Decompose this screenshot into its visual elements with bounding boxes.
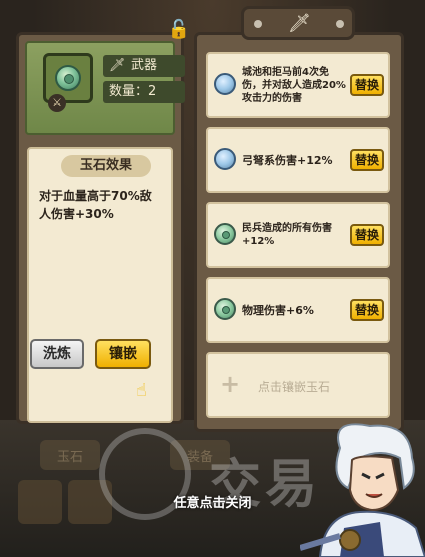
effect-title: 玉石效果 (61, 155, 151, 177)
jade-count-label: 数量：2 (103, 81, 185, 103)
replace-button[interactable]: 替换 (350, 149, 384, 171)
sword-icon: 🗡 (288, 13, 311, 34)
jade-slot: 物理伤害+6% 替换 (206, 277, 390, 343)
pointer-hand-icon: ☝ (136, 380, 147, 401)
jade-info-header: ⚔ 🗡 武器 数量：2 (25, 41, 185, 135)
wash-button[interactable]: 洗炼 (30, 339, 84, 369)
blue-jade-icon (214, 148, 236, 170)
sword-icon: 🗡 (109, 58, 126, 73)
header-rivet-icon (336, 20, 344, 28)
blue-jade-icon (214, 73, 236, 95)
replace-button[interactable]: 替换 (350, 299, 384, 321)
lock-icon[interactable]: 🔓 (167, 19, 191, 41)
slot-effect-text: 物理伤害+6% (242, 303, 314, 317)
empty-jade-slot[interactable]: + 点击镶嵌玉石 (206, 352, 390, 418)
green-jade-icon (214, 298, 236, 320)
empty-slot-hint: 点击镶嵌玉石 (258, 380, 331, 394)
jade-slot: 城池和拒马前4次免伤，并对敌人造成20%攻击力的伤害 替换 (206, 52, 390, 118)
jade-slot: 民兵造成的所有伤害+12% 替换 (206, 202, 390, 268)
replace-button[interactable]: 替换 (350, 74, 384, 96)
jade-slot: 弓弩系伤害+12% 替换 (206, 127, 390, 193)
slot-effect-text: 城池和拒马前4次免伤，并对敌人造成20%攻击力的伤害 (242, 66, 346, 104)
slots-panel-header: 🗡 (241, 6, 355, 40)
background-tab: 玉石 (40, 440, 100, 470)
slot-effect-text: 弓弩系伤害+12% (242, 153, 333, 167)
inlay-button[interactable]: 镶嵌 (95, 339, 151, 369)
effect-description: 对于血量高于70%敌人伤害+30% (39, 189, 152, 221)
replace-button[interactable]: 替换 (350, 224, 384, 246)
plus-icon: + (220, 370, 241, 398)
jade-icon-frame: ⚔ (43, 53, 93, 112)
sword-badge-icon: ⚔ (48, 94, 66, 112)
jade-gem-icon (55, 65, 81, 91)
character-illustration (300, 423, 425, 557)
jade-type-label: 武器 (131, 58, 158, 73)
background-tab: 装备 (170, 440, 230, 470)
jade-type-row: 🗡 武器 (103, 55, 185, 77)
green-jade-icon (214, 223, 236, 245)
slot-effect-text: 民兵造成的所有伤害+12% (242, 223, 332, 247)
header-rivet-icon (254, 20, 262, 28)
